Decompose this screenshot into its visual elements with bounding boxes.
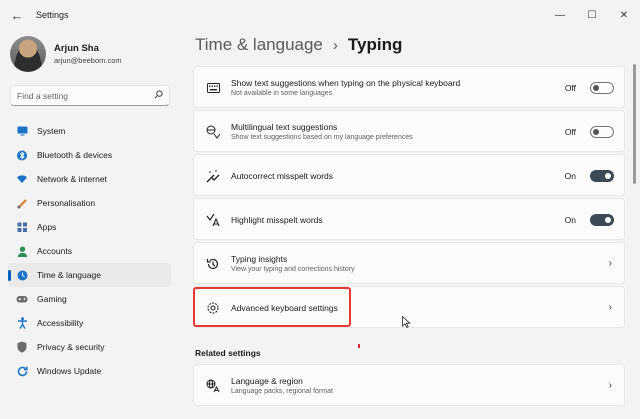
back-arrow-icon[interactable]: ← xyxy=(2,0,32,30)
toggle-state-label: Off xyxy=(564,127,576,137)
toggle-state-label: Off xyxy=(564,83,576,93)
setting-card-language-region[interactable]: Language & region Language packs, region… xyxy=(193,364,625,406)
shield-icon xyxy=(16,341,28,353)
monitor-icon xyxy=(16,125,28,137)
setting-subtitle: View your typing and corrections history xyxy=(231,266,355,273)
sidebar-item-accessibility[interactable]: Accessibility xyxy=(8,311,171,335)
sidebar-item-bluetooth-devices[interactable]: Bluetooth & devices xyxy=(8,143,171,167)
bluetooth-icon xyxy=(16,149,28,161)
maximize-icon[interactable]: ☐ xyxy=(576,0,608,30)
gear-icon xyxy=(205,300,221,316)
update-icon xyxy=(16,365,28,377)
setting-subtitle: Not available in some languages xyxy=(231,90,333,97)
sidebar-item-label: Gaming xyxy=(37,294,67,304)
breadcrumb-parent[interactable]: Time & language xyxy=(195,35,323,55)
search-input[interactable] xyxy=(17,90,154,101)
globe-clock-icon xyxy=(16,269,28,281)
sidebar-item-personalisation[interactable]: Personalisation xyxy=(8,191,171,215)
minimize-icon[interactable]: — xyxy=(544,0,576,30)
autocorrect-icon xyxy=(205,168,221,184)
search-box[interactable] xyxy=(10,85,170,106)
setting-card-text-suggestions[interactable]: Show text suggestions when typing on the… xyxy=(193,66,625,108)
sidebar-item-network-internet[interactable]: Network & internet xyxy=(8,167,171,191)
apps-icon xyxy=(16,221,28,233)
sidebar-item-label: Bluetooth & devices xyxy=(37,150,113,160)
sidebar-item-label: Windows Update xyxy=(37,366,102,376)
profile-name: Arjun Sha xyxy=(54,43,99,54)
multilingual-icon xyxy=(205,124,221,140)
toggle-state-label: On xyxy=(564,215,576,225)
chevron-right-icon: › xyxy=(332,36,338,54)
keyboard-icon xyxy=(205,80,221,96)
sidebar-item-label: Accounts xyxy=(37,246,72,256)
setting-title: Autocorrect misspelt words xyxy=(231,171,334,181)
setting-card-multilingual[interactable]: Multilingual text suggestions Show text … xyxy=(193,110,625,152)
toggle-switch[interactable] xyxy=(590,82,614,94)
setting-card-highlight[interactable]: Highlight misspelt words On xyxy=(193,198,625,240)
sidebar-item-system[interactable]: System xyxy=(8,119,171,143)
scrollbar[interactable] xyxy=(633,64,636,184)
avatar xyxy=(10,36,46,72)
sidebar-item-label: System xyxy=(37,126,66,136)
brush-icon xyxy=(16,197,28,209)
toggle-state-label: On xyxy=(564,171,576,181)
title-bar: ← Settings — ☐ ✕ xyxy=(0,0,640,30)
setting-subtitle: Language packs, regional format xyxy=(231,388,333,395)
chevron-right-icon: › xyxy=(608,302,612,313)
main-content: Time & language › Typing Show text sugge… xyxy=(193,30,625,419)
page-title: Typing xyxy=(347,35,403,54)
setting-title: Show text suggestions when typing on the… xyxy=(231,78,461,88)
setting-title: Typing insights xyxy=(231,254,288,264)
sidebar-item-accounts[interactable]: Accounts xyxy=(8,239,171,263)
search-icon[interactable] xyxy=(154,90,163,101)
setting-title: Language & region xyxy=(231,376,303,386)
user-profile[interactable]: Arjun Sha arjun@beebom.com xyxy=(10,36,122,72)
sidebar-item-privacy-security[interactable]: Privacy & security xyxy=(8,335,171,359)
app-title: Settings xyxy=(36,10,69,20)
related-settings-heading: Related settings xyxy=(195,348,261,358)
person-icon xyxy=(16,245,28,257)
setting-subtitle: Show text suggestions based on my langua… xyxy=(231,134,413,141)
profile-email: arjun@beebom.com xyxy=(54,56,122,65)
sidebar-item-gaming[interactable]: Gaming xyxy=(8,287,171,311)
sidebar: Arjun Sha arjun@beebom.com System Bluetoo… xyxy=(0,30,180,419)
nav-list: System Bluetooth & devices Network & inter… xyxy=(8,119,171,383)
window-controls: — ☐ ✕ xyxy=(544,0,640,30)
red-mark xyxy=(358,344,360,348)
accessibility-icon xyxy=(16,317,28,329)
sidebar-item-label: Personalisation xyxy=(37,198,96,208)
toggle-switch[interactable] xyxy=(590,214,614,226)
sidebar-item-label: Accessibility xyxy=(37,318,84,328)
toggle-switch[interactable] xyxy=(590,170,614,182)
setting-card-autocorrect[interactable]: Autocorrect misspelt words On xyxy=(193,154,625,196)
spellcheck-icon xyxy=(205,212,221,228)
language-icon xyxy=(205,378,221,394)
sidebar-item-windows-update[interactable]: Windows Update xyxy=(8,359,171,383)
setting-card-typing-insights[interactable]: Typing insights View your typing and cor… xyxy=(193,242,625,284)
sidebar-item-label: Privacy & security xyxy=(37,342,105,352)
controller-icon xyxy=(16,293,28,305)
close-icon[interactable]: ✕ xyxy=(608,0,640,30)
history-icon xyxy=(205,256,221,272)
toggle-switch[interactable] xyxy=(590,126,614,138)
sidebar-item-apps[interactable]: Apps xyxy=(8,215,171,239)
wifi-icon xyxy=(16,173,28,185)
setting-title: Multilingual text suggestions xyxy=(231,122,338,132)
sidebar-item-label: Network & internet xyxy=(37,174,107,184)
chevron-right-icon: › xyxy=(608,380,612,391)
sidebar-item-time-language[interactable]: Time & language xyxy=(8,263,171,287)
setting-title: Advanced keyboard settings xyxy=(231,303,338,313)
sidebar-item-label: Time & language xyxy=(37,270,101,280)
chevron-right-icon: › xyxy=(608,258,612,269)
mouse-cursor-icon xyxy=(402,315,411,331)
breadcrumb: Time & language › Typing xyxy=(195,35,402,55)
sidebar-item-label: Apps xyxy=(37,222,57,232)
setting-title: Highlight misspelt words xyxy=(231,215,323,225)
